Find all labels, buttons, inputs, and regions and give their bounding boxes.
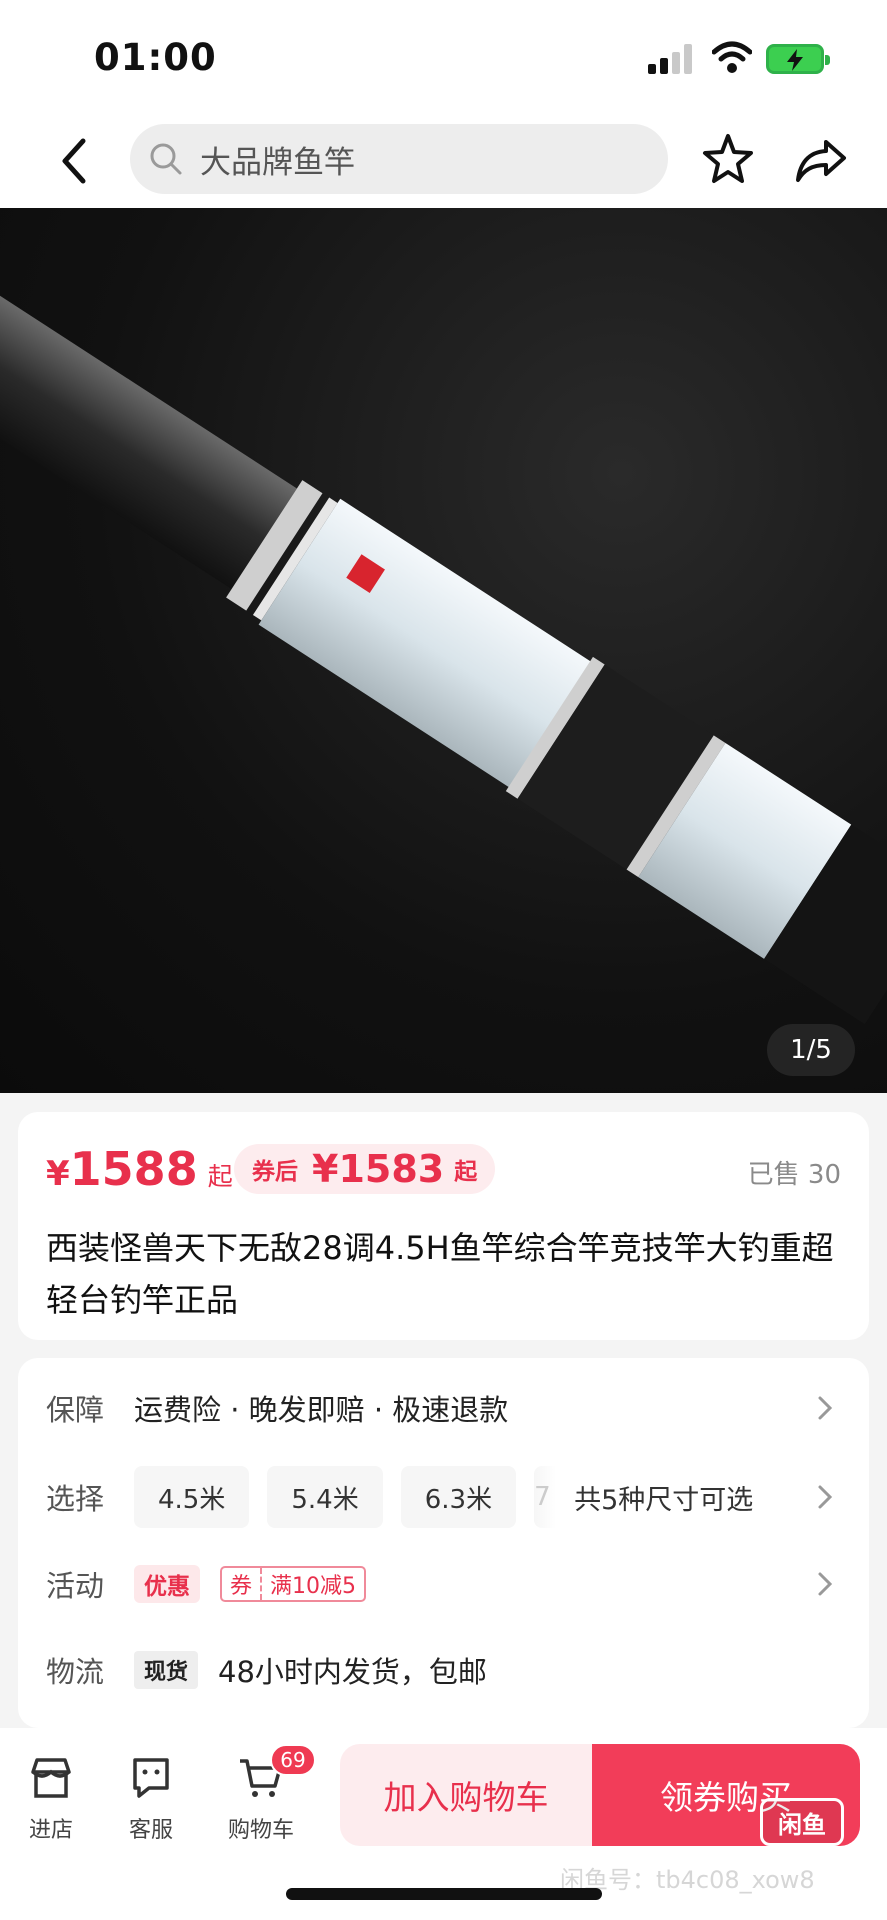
back-button[interactable] (46, 130, 102, 192)
select-label: 选择 (46, 1482, 105, 1516)
search-query: 大品牌鱼竿 (200, 144, 355, 181)
service-icon (133, 1758, 169, 1798)
size-option[interactable]: 6.3米 (400, 1466, 517, 1528)
coupon-price-badge: 券后 ¥1583 起 (234, 1144, 496, 1194)
chevron-right-icon (818, 1485, 833, 1509)
logistics-label: 物流 (46, 1655, 105, 1689)
top-nav: 大品牌鱼竿 (0, 116, 887, 208)
store-button[interactable]: 进店 (6, 1754, 96, 1844)
coupon-tag: 券 满10减5 (220, 1566, 367, 1602)
add-to-cart-button[interactable]: 加入购物车 (340, 1744, 592, 1846)
chevron-right-icon (818, 1572, 833, 1596)
promo-row[interactable]: 活动 优惠 券 满10减5 (46, 1556, 845, 1612)
signal-icon (648, 44, 694, 74)
store-label: 进店 (28, 1818, 73, 1843)
cart-button[interactable]: 购物车 69 (216, 1744, 316, 1844)
select-row[interactable]: 选择 4.5米 5.4米 6.3米 7 共5种尺寸可选 (46, 1464, 845, 1530)
coupon-price: ¥1583 (312, 1147, 445, 1191)
promo-tag: 优惠 (134, 1565, 200, 1603)
xianyu-logo: 闲鱼 (760, 1798, 844, 1846)
price-value: 1588 (69, 1142, 198, 1196)
star-icon (703, 134, 753, 183)
home-indicator[interactable] (286, 1888, 602, 1900)
store-icon (31, 1758, 71, 1798)
size-option[interactable]: 4.5米 (134, 1466, 250, 1528)
wifi-icon (712, 41, 752, 73)
bottom-action-bar: 进店 客服 购物车 69 加入购物车 领券购买 闲鱼 闲鱼号：tb4c08_xo… (0, 1728, 887, 1920)
service-button[interactable]: 客服 (106, 1754, 196, 1844)
coupon-label: 券后 (252, 1159, 298, 1185)
info-card: 保障 运费险 · 晚发即赔 · 极速退款 选择 4.5米 5.4米 6.3米 7… (18, 1358, 869, 1728)
coupon-qi: 起 (454, 1159, 478, 1185)
battery-icon (766, 44, 830, 74)
share-button[interactable] (792, 130, 852, 190)
chevron-right-icon (818, 1396, 833, 1420)
size-option[interactable]: 5.4米 (267, 1466, 383, 1528)
price-qi: 起 (207, 1162, 233, 1191)
cart-label: 购物车 (227, 1818, 294, 1843)
guarantee-row[interactable]: 保障 运费险 · 晚发即赔 · 极速退款 (46, 1380, 845, 1436)
status-bar: 01:00 (0, 0, 887, 116)
size-summary: 共5种尺寸可选 (574, 1484, 754, 1516)
cart-count-badge: 69 (270, 1744, 316, 1776)
logistics-text: 48小时内发货，包邮 (218, 1655, 487, 1689)
guarantee-text: 运费险 · 晚发即赔 · 极速退款 (134, 1393, 509, 1427)
back-icon (62, 138, 86, 184)
search-icon (150, 143, 182, 175)
fishing-rod-image (0, 259, 887, 1025)
price-card: ¥ 1588 起 券后 ¥1583 起 已售 30 西装怪兽天下无敌28调4.5… (18, 1112, 869, 1340)
product-image[interactable] (0, 208, 887, 1093)
coupon-tag-left: 券 (222, 1568, 263, 1600)
price-currency: ¥ (46, 1154, 70, 1194)
product-title: 西装怪兽天下无敌28调4.5H鱼竿综合竿竞技竿大钓重超轻台钓竿正品 (46, 1229, 834, 1319)
logistics-row: 物流 现货 48小时内发货，包邮 (46, 1642, 845, 1698)
coupon-tag-right: 满10减5 (270, 1574, 357, 1599)
image-page-indicator: 1/5 (767, 1024, 855, 1076)
share-icon (796, 140, 846, 182)
guarantee-label: 保障 (46, 1393, 105, 1427)
promo-label: 活动 (46, 1569, 105, 1603)
sold-count: 已售 30 (747, 1160, 841, 1190)
size-option-partial[interactable]: 7 (534, 1466, 557, 1528)
search-bar[interactable]: 大品牌鱼竿 (130, 124, 668, 194)
favorite-button[interactable] (700, 130, 756, 190)
status-time: 01:00 (94, 36, 217, 79)
service-label: 客服 (128, 1818, 173, 1843)
price: ¥ 1588 起 (46, 1142, 233, 1196)
stock-tag: 现货 (134, 1651, 199, 1689)
